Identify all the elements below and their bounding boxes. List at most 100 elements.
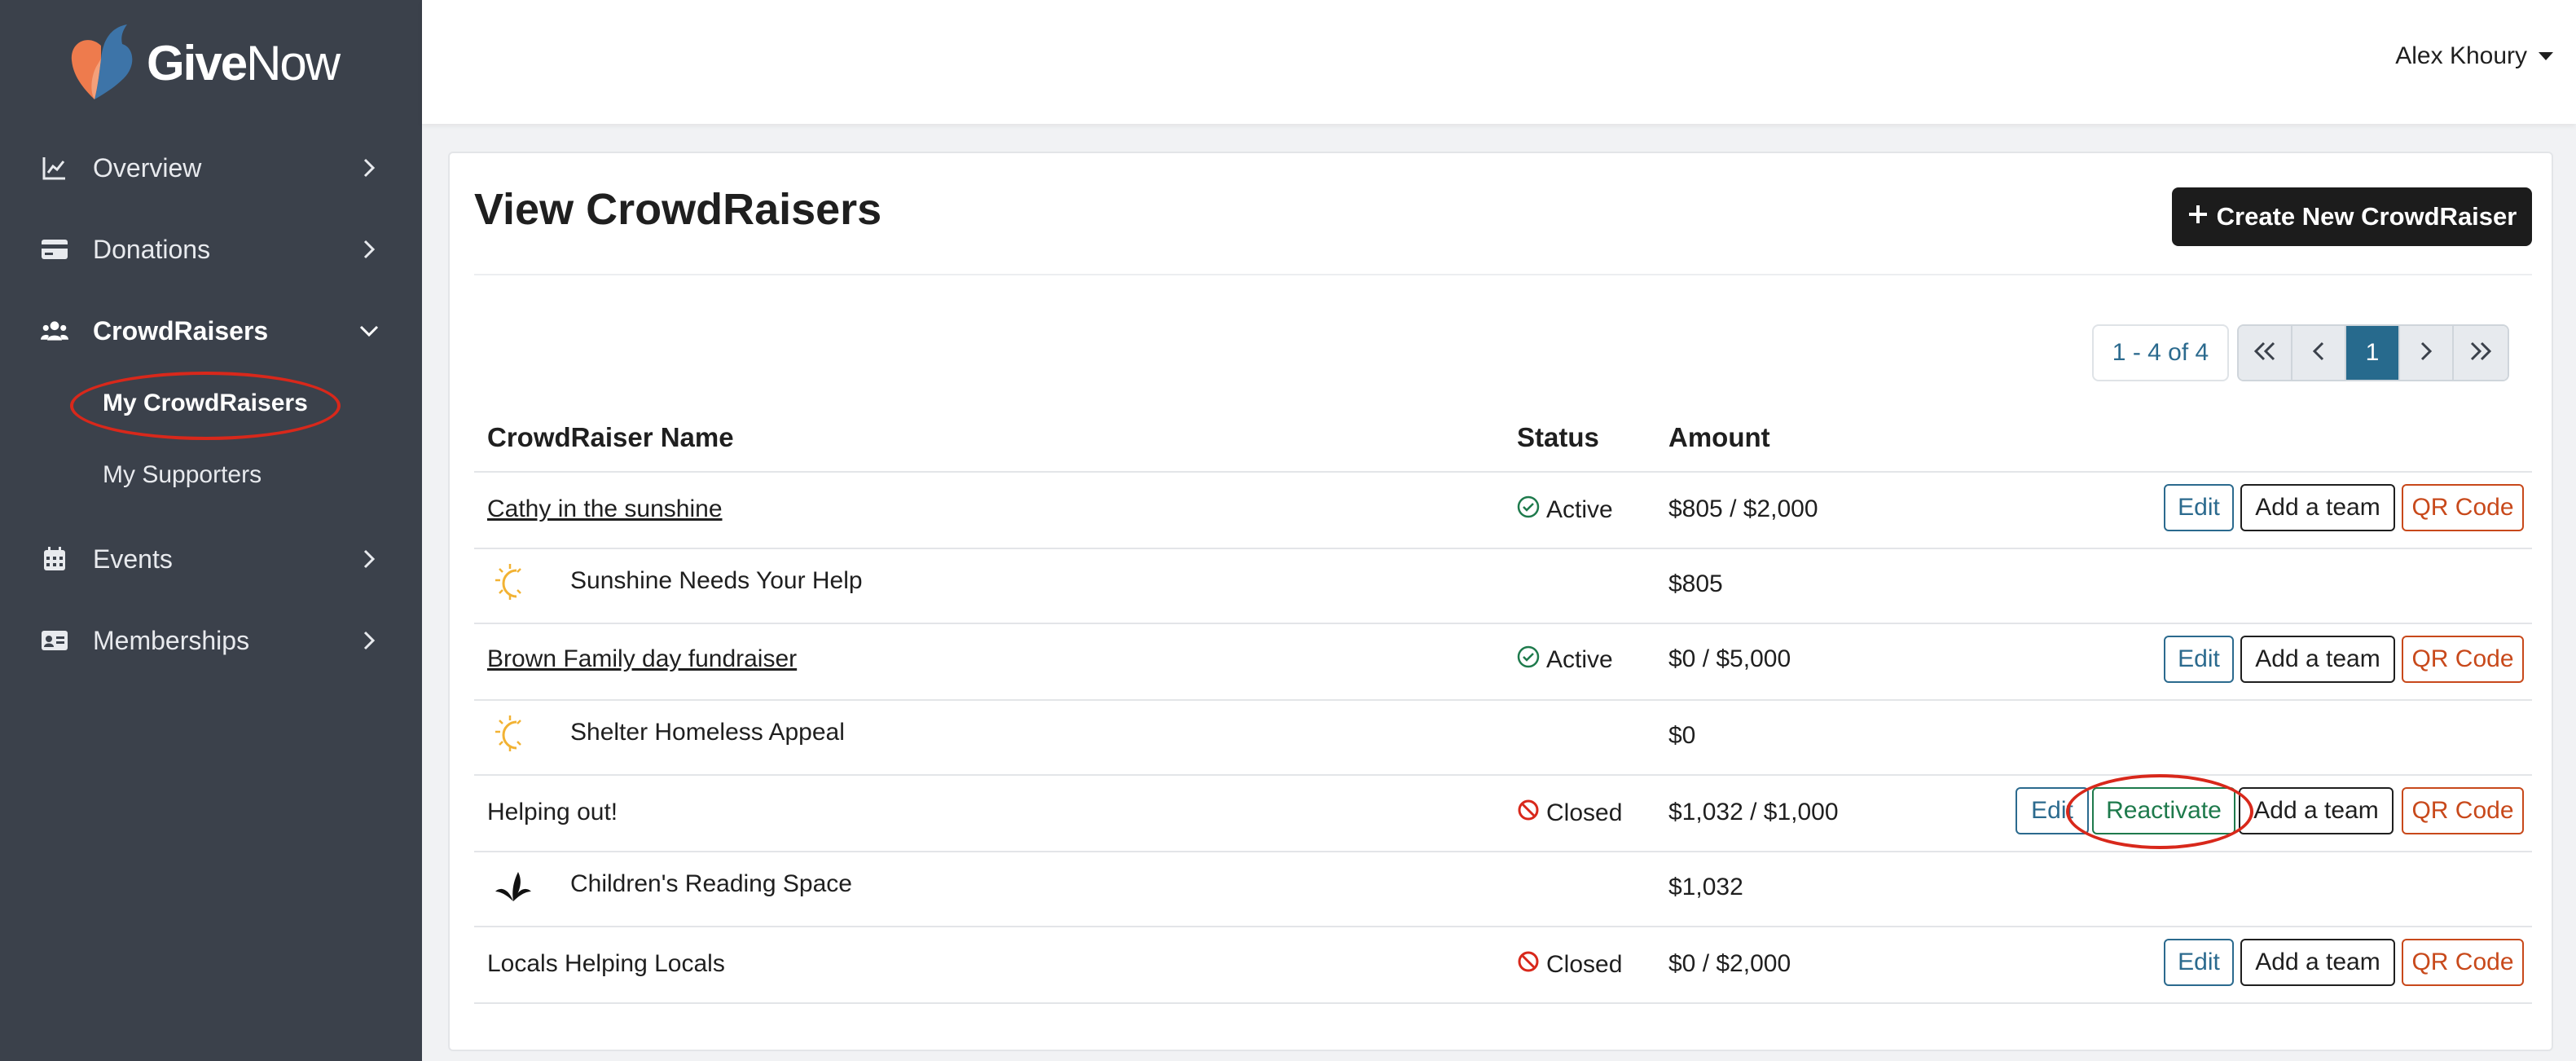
- chevrons-left-icon: [2253, 341, 2277, 366]
- sidebar-item-overview[interactable]: Overview: [0, 135, 422, 200]
- page-title: View CrowdRaisers: [474, 185, 882, 234]
- qr-code-button[interactable]: QR Code: [2402, 939, 2524, 986]
- ban-icon: [1517, 950, 1540, 980]
- crowdraiser-name: Helping out!: [487, 799, 618, 825]
- reactivate-button[interactable]: Reactivate: [2092, 787, 2235, 834]
- status-text: Active: [1546, 496, 1613, 523]
- sidebar-item-crowdraisers[interactable]: CrowdRaisers: [0, 298, 422, 363]
- column-header-name[interactable]: CrowdRaiser Name: [487, 422, 734, 453]
- chevron-left-icon: [2310, 341, 2328, 366]
- next-page-button[interactable]: [2400, 326, 2454, 380]
- column-header-amount[interactable]: Amount: [1668, 422, 1770, 453]
- qr-code-button[interactable]: QR Code: [2402, 787, 2524, 834]
- sidebar-subitem-my-crowdraisers[interactable]: My CrowdRaisers: [103, 390, 308, 417]
- divider: [474, 471, 2532, 473]
- pagination: 1: [2237, 324, 2509, 381]
- amount-value: $0 / $5,000: [1668, 645, 1791, 672]
- chevron-down-icon: [358, 320, 380, 341]
- status-badge: Active: [1517, 495, 1613, 525]
- prev-page-button[interactable]: [2292, 326, 2346, 380]
- divider: [474, 926, 2532, 927]
- amount-value: $0: [1668, 722, 1696, 749]
- chevron-right-icon: [2417, 341, 2435, 366]
- check-circle-icon: [1517, 645, 1540, 675]
- page-1-button[interactable]: 1: [2346, 326, 2400, 380]
- ban-icon: [1517, 799, 1540, 828]
- divider: [474, 623, 2532, 624]
- chevron-right-icon: [358, 157, 380, 178]
- edit-button[interactable]: Edit: [2164, 636, 2234, 683]
- sidebar-item-label: CrowdRaisers: [93, 315, 269, 346]
- leaf-logo-icon: [492, 864, 534, 906]
- campaign-name: Sunshine Needs Your Help: [570, 567, 863, 594]
- sidebar: GiveNow Overview Donations CrowdRaisers …: [0, 0, 422, 1061]
- chevron-right-icon: [358, 630, 380, 651]
- crowdraisers-card: View CrowdRaisers Create New CrowdRaiser…: [448, 152, 2553, 1051]
- amount-value: $805: [1668, 570, 1723, 597]
- last-page-button[interactable]: [2454, 326, 2508, 380]
- calendar-icon: [41, 545, 68, 573]
- create-crowdraiser-button[interactable]: Create New CrowdRaiser: [2172, 187, 2532, 246]
- user-name: Alex Khoury: [2395, 42, 2527, 69]
- divider: [474, 1002, 2532, 1004]
- sidebar-item-events[interactable]: Events: [0, 526, 422, 592]
- edit-button[interactable]: Edit: [2164, 939, 2234, 986]
- sidebar-item-memberships[interactable]: Memberships: [0, 608, 422, 673]
- campaign-name: Shelter Homeless Appeal: [570, 719, 845, 746]
- pagination-range: 1 - 4 of 4: [2092, 324, 2229, 381]
- user-menu[interactable]: Alex Khoury: [2395, 42, 2553, 70]
- add-team-button[interactable]: Add a team: [2240, 636, 2395, 683]
- status-badge: Closed: [1517, 799, 1622, 828]
- sidebar-item-donations[interactable]: Donations: [0, 217, 422, 282]
- chevron-right-icon: [358, 548, 380, 570]
- crowdraiser-name: Locals Helping Locals: [487, 950, 725, 977]
- chevrons-right-icon: [2468, 341, 2493, 366]
- amount-value: $1,032: [1668, 874, 1743, 900]
- create-button-label: Create New CrowdRaiser: [2216, 202, 2517, 231]
- qr-code-button[interactable]: QR Code: [2402, 636, 2524, 683]
- amount-value: $805 / $2,000: [1668, 495, 1818, 522]
- crowdraiser-name-link[interactable]: Cathy in the sunshine: [487, 495, 723, 523]
- status-badge: Closed: [1517, 950, 1622, 980]
- check-circle-icon: [1517, 495, 1540, 525]
- edit-button[interactable]: Edit: [2016, 787, 2089, 834]
- sun-icon: [492, 561, 534, 603]
- status-badge: Active: [1517, 645, 1613, 675]
- amount-value: $1,032 / $1,000: [1668, 799, 1839, 825]
- id-card-icon: [41, 627, 68, 654]
- status-text: Closed: [1546, 951, 1623, 978]
- divider: [474, 548, 2532, 549]
- sidebar-item-label: Donations: [93, 234, 211, 264]
- credit-card-icon: [41, 236, 68, 263]
- amount-value: $0 / $2,000: [1668, 950, 1791, 977]
- campaign-name: Children's Reading Space: [570, 870, 852, 897]
- users-icon: [41, 317, 68, 345]
- sidebar-subitem-my-supporters[interactable]: My Supporters: [103, 461, 262, 489]
- add-team-button[interactable]: Add a team: [2239, 787, 2394, 834]
- edit-button[interactable]: Edit: [2164, 484, 2234, 531]
- sidebar-item-label: Events: [93, 544, 173, 574]
- add-team-button[interactable]: Add a team: [2240, 939, 2395, 986]
- caret-down-icon: [2539, 52, 2553, 60]
- givenow-logo[interactable]: GiveNow: [65, 18, 341, 108]
- first-page-button[interactable]: [2239, 326, 2292, 380]
- add-team-button[interactable]: Add a team: [2240, 484, 2395, 531]
- crowdraiser-name-link[interactable]: Brown Family day fundraiser: [487, 645, 797, 673]
- divider: [474, 774, 2532, 776]
- logo-wordmark: GiveNow: [147, 35, 341, 90]
- status-text: Closed: [1546, 799, 1623, 826]
- divider: [474, 274, 2532, 275]
- column-header-status[interactable]: Status: [1517, 422, 1599, 453]
- divider: [474, 851, 2532, 852]
- sun-icon: [492, 712, 534, 755]
- chevron-right-icon: [358, 239, 380, 260]
- plus-icon: [2187, 202, 2209, 231]
- sidebar-item-label: Overview: [93, 152, 202, 183]
- top-header: Alex Khoury: [422, 0, 2576, 124]
- divider: [474, 699, 2532, 701]
- line-chart-icon: [41, 154, 68, 182]
- status-text: Active: [1546, 646, 1613, 673]
- qr-code-button[interactable]: QR Code: [2402, 484, 2524, 531]
- sidebar-item-label: Memberships: [93, 625, 250, 655]
- logo-heart-icon: [65, 18, 147, 108]
